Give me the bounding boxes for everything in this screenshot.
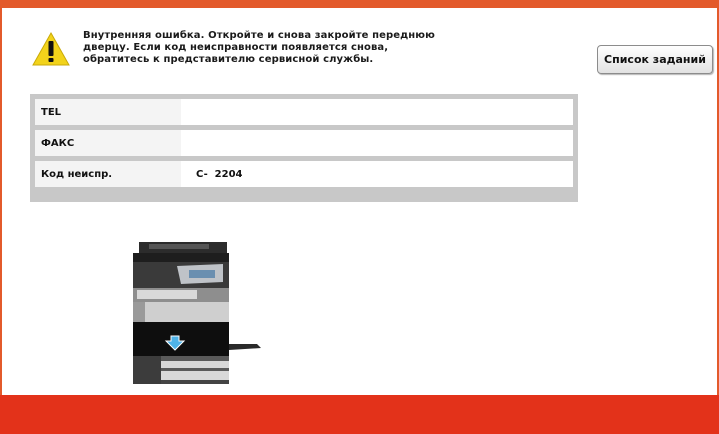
info-row-error-code: Код неиспр. C- 2204 xyxy=(35,161,573,187)
info-panel: TEL ФАКС Код неиспр. C- 2204 xyxy=(30,94,578,202)
error-message: Внутренняя ошибка. Откройте и снова закр… xyxy=(83,30,503,66)
info-label-fax: ФАКС xyxy=(35,130,181,156)
info-row-tel: TEL xyxy=(35,99,573,125)
info-label-error-code: Код неиспр. xyxy=(35,161,181,187)
info-label-tel: TEL xyxy=(35,99,181,125)
job-list-button[interactable]: Список заданий xyxy=(597,45,713,74)
bottom-status-bar xyxy=(0,395,719,434)
info-value-fax xyxy=(181,130,573,156)
error-message-line: обратитесь к представителю сервисной слу… xyxy=(83,54,374,65)
printer-illustration xyxy=(133,242,261,384)
error-message-line: Внутренняя ошибка. Откройте и снова закр… xyxy=(83,30,435,41)
warning-icon xyxy=(32,31,70,66)
info-value-tel xyxy=(181,99,573,125)
error-code-value: C- 2204 xyxy=(196,168,243,180)
info-row-fax: ФАКС xyxy=(35,130,573,156)
error-message-line: дверцу. Если код неисправности появляетс… xyxy=(83,42,389,53)
